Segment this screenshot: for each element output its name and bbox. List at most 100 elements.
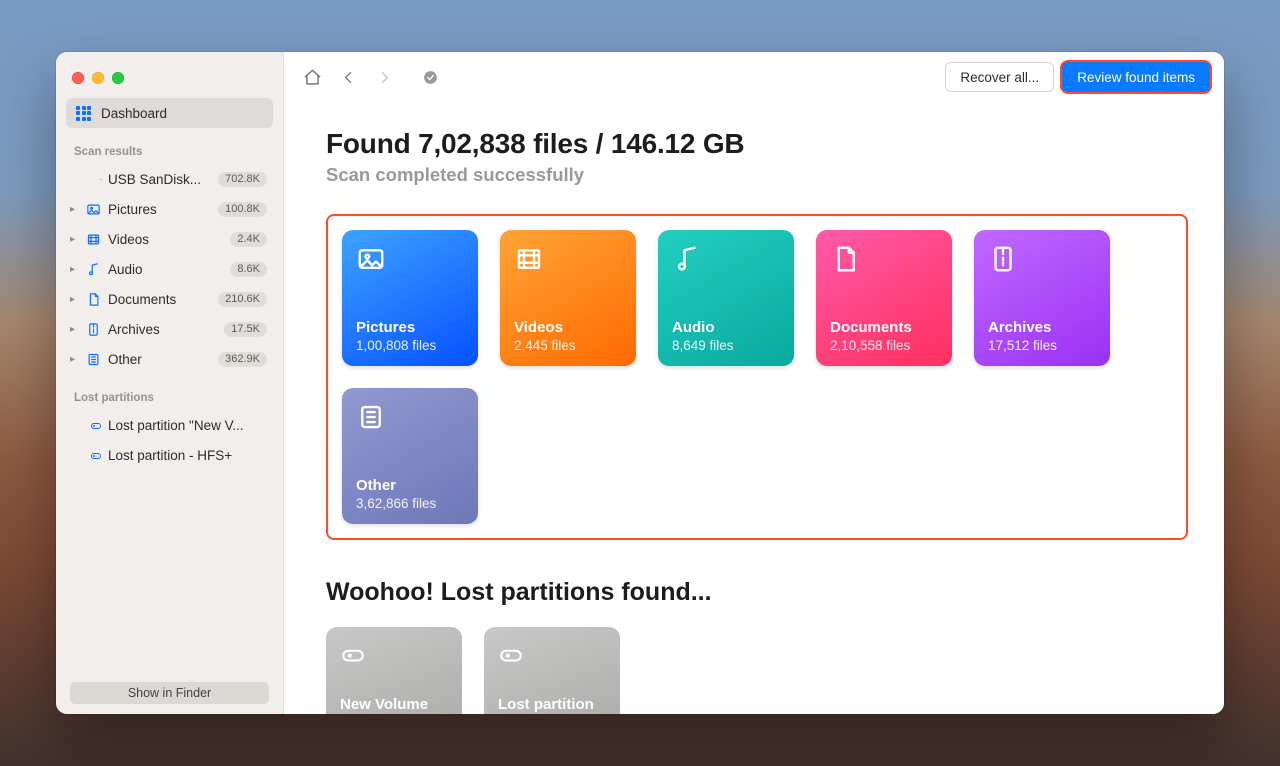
check-circle-icon [422,69,439,86]
chevron-right-icon: ▸ [70,324,82,335]
page-title: Found 7,02,838 files / 146.12 GB [326,128,1188,160]
forward-button[interactable] [370,64,398,90]
image-icon [84,202,102,217]
sidebar-item-videos[interactable]: ▸ Videos 2.4K [64,224,275,254]
sidebar-item-lost-partition[interactable]: Lost partition "New V... [64,410,275,440]
category-card-pictures[interactable]: Pictures 1,00,808 files [342,230,478,366]
sidebar-item-other[interactable]: ▸ Other 362.9K [64,344,275,374]
sidebar-item-label: Other [108,352,218,367]
other-icon [356,402,464,477]
card-count: 3,62,866 files [356,496,464,511]
sidebar: Dashboard Scan results USB SanDisk... 70… [56,52,284,714]
content-scroll[interactable]: Found 7,02,838 files / 146.12 GB Scan co… [284,102,1218,714]
chevron-right-icon: ▸ [70,234,82,245]
show-in-finder-button[interactable]: Show in Finder [70,682,269,704]
sidebar-item-label: Dashboard [101,106,167,121]
drive-icon [84,448,102,463]
drive-icon [84,172,102,187]
sidebar-item-label: Lost partition - HFS+ [108,448,267,463]
window-controls [56,72,283,98]
chevron-right-icon: ▸ [70,264,82,275]
partition-card[interactable]: Lost partition [484,627,620,714]
drive-icon [498,641,606,672]
home-icon [303,68,322,87]
zip-icon [84,322,102,337]
sidebar-item-label: Documents [108,292,218,307]
sidebar-tree-scan: USB SanDisk... 702.8K▸ Pictures 100.8K▸ … [56,164,283,374]
count-badge: 210.6K [218,292,267,307]
sidebar-item-label: Archives [108,322,224,337]
count-badge: 702.8K [218,172,267,187]
status-button[interactable] [416,64,444,90]
sidebar-item-dashboard[interactable]: Dashboard [66,98,273,128]
card-title: Archives [988,319,1096,336]
card-count: 8,649 files [672,338,780,353]
grid-icon [76,106,91,121]
chevron-right-icon: ▸ [70,204,82,215]
category-cards: Pictures 1,00,808 files Videos 2,445 fil… [342,230,1172,524]
sidebar-section-lost: Lost partitions [56,374,283,410]
film-icon [514,244,622,319]
category-card-documents[interactable]: Documents 2,10,558 files [816,230,952,366]
toolbar: Recover all... Review found items [284,52,1224,102]
category-card-videos[interactable]: Videos 2,445 files [500,230,636,366]
category-card-audio[interactable]: Audio 8,649 files [658,230,794,366]
card-title: Documents [830,319,938,336]
card-title: Pictures [356,319,464,336]
zip-icon [988,244,1096,319]
minimize-icon[interactable] [92,72,104,84]
sidebar-item-label: Audio [108,262,230,277]
back-button[interactable] [334,64,362,90]
page-subtitle: Scan completed successfully [326,164,1188,186]
sidebar-item-audio[interactable]: ▸ Audio 8.6K [64,254,275,284]
close-icon[interactable] [72,72,84,84]
sidebar-item-label: Videos [108,232,230,247]
card-title: Other [356,477,464,494]
card-title: Videos [514,319,622,336]
partition-name: New Volume [340,696,448,713]
zoom-icon[interactable] [112,72,124,84]
sidebar-tree-lost: Lost partition "New V... Lost partition … [56,410,283,470]
card-count: 1,00,808 files [356,338,464,353]
doc-icon [84,292,102,307]
other-icon [84,352,102,367]
sidebar-item-documents[interactable]: ▸ Documents 210.6K [64,284,275,314]
home-button[interactable] [298,64,326,90]
count-badge: 2.4K [230,232,267,247]
note-icon [672,244,780,319]
sidebar-section-scan: Scan results [56,128,283,164]
image-icon [356,244,464,319]
chevron-right-icon [376,69,393,86]
sidebar-item-pictures[interactable]: ▸ Pictures 100.8K [64,194,275,224]
card-count: 2,445 files [514,338,622,353]
category-card-other[interactable]: Other 3,62,866 files [342,388,478,524]
category-cards-highlight: Pictures 1,00,808 files Videos 2,445 fil… [326,214,1188,540]
partitions-heading: Woohoo! Lost partitions found... [326,578,1188,607]
review-found-items-button[interactable]: Review found items [1062,62,1210,92]
chevron-left-icon [340,69,357,86]
sidebar-primary: Dashboard [56,98,283,128]
doc-icon [830,244,938,319]
recover-all-button[interactable]: Recover all... [945,62,1054,92]
sidebar-item-archives[interactable]: ▸ Archives 17.5K [64,314,275,344]
partition-card[interactable]: New Volume [326,627,462,714]
partition-cards: New Volume Lost partition [326,627,1188,714]
sidebar-item-usb-sandisk-[interactable]: USB SanDisk... 702.8K [64,164,275,194]
note-icon [84,262,102,277]
chevron-right-icon: ▸ [70,354,82,365]
sidebar-item-lost-partition[interactable]: Lost partition - HFS+ [64,440,275,470]
card-count: 17,512 files [988,338,1096,353]
card-title: Audio [672,319,780,336]
category-card-archives[interactable]: Archives 17,512 files [974,230,1110,366]
main: Recover all... Review found items Found … [284,52,1224,714]
partition-name: Lost partition [498,696,606,713]
sidebar-item-label: USB SanDisk... [108,172,218,187]
app-window: Dashboard Scan results USB SanDisk... 70… [56,52,1224,714]
chevron-right-icon: ▸ [70,294,82,305]
count-badge: 8.6K [230,262,267,277]
card-count: 2,10,558 files [830,338,938,353]
count-badge: 17.5K [224,322,267,337]
sidebar-item-label: Pictures [108,202,218,217]
sidebar-item-label: Lost partition "New V... [108,418,267,433]
drive-icon [340,641,448,672]
